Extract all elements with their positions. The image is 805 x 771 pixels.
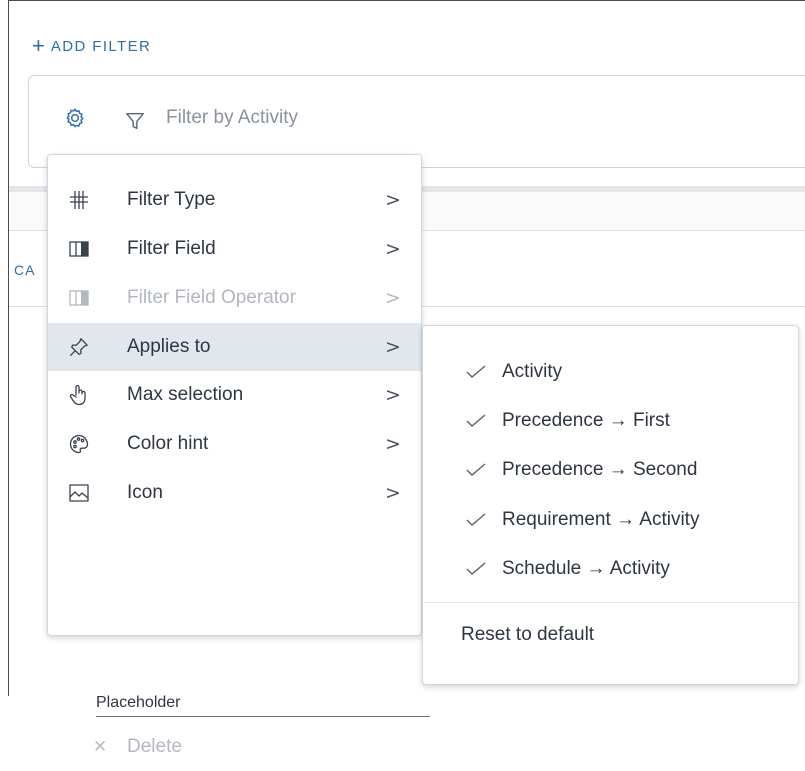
option-label: Activity [502,361,563,382]
gear-icon[interactable] [64,107,86,129]
add-filter-label: ADD FILTER [50,37,152,55]
grid-icon [68,189,90,211]
image-icon [68,482,90,504]
menu-item-label: Color hint [127,433,209,454]
delete-label: Delete [127,736,182,757]
menu-item-delete: ✕ Delete [48,723,421,771]
menu-item-filter-field-operator: Filter Field Operator > [48,274,421,322]
filter-placeholder[interactable]: Filter by Activity [166,107,298,129]
menu-item-label: Filter Field [127,238,216,259]
pin-icon [68,336,90,358]
check-icon [466,513,486,526]
add-filter-button[interactable]: + ADD FILTER [32,33,151,59]
option-schedule-activity[interactable]: Schedule → Activity [423,545,798,593]
hand-pointer-icon [68,384,90,406]
chevron-right-icon: > [385,287,401,309]
check-icon [466,365,486,378]
check-icon [466,463,486,476]
funnel-icon [124,110,146,132]
plus-icon: + [32,33,45,58]
option-precedence-first[interactable]: Precedence → First [423,397,798,445]
column-icon [68,238,90,260]
option-activity[interactable]: Activity [423,348,798,396]
section-heading: CA [14,262,36,278]
menu-item-filter-field[interactable]: Filter Field > [48,225,421,273]
menu-item-filter-type[interactable]: Filter Type > [48,176,421,224]
menu-divider [423,602,798,603]
chevron-right-icon: > [385,238,401,260]
chevron-right-icon: > [385,433,401,455]
menu-item-color-hint[interactable]: Color hint > [48,420,421,468]
option-precedence-second[interactable]: Precedence → Second [423,446,798,494]
option-label: Precedence → First [502,410,670,431]
menu-item-label: Filter Type [127,189,216,210]
close-icon: ✕ [93,737,108,756]
option-label: Schedule → Activity [502,558,670,579]
option-label: Precedence → Second [502,459,698,480]
menu-item-max-selection[interactable]: Max selection > [48,371,421,419]
reset-to-default-button[interactable]: Reset to default [461,624,594,646]
check-icon [466,562,486,575]
chevron-right-icon: > [385,482,401,504]
column-icon [68,287,90,309]
menu-item-icon[interactable]: Icon > [48,469,421,517]
option-requirement-activity[interactable]: Requirement → Activity [423,496,798,544]
menu-item-label: Filter Field Operator [127,287,296,308]
option-label: Requirement → Activity [502,509,700,530]
menu-item-label: Applies to [127,336,211,357]
placeholder-input[interactable] [96,690,430,717]
check-icon [466,414,486,427]
palette-icon [68,433,90,455]
applies-to-submenu: Activity Precedence → First Precedence →… [422,325,799,685]
chevron-right-icon: > [385,336,401,358]
filter-context-menu: Filter Type > Filter Field > Filter Fiel… [47,154,430,757]
chevron-right-icon: > [385,189,401,211]
menu-item-applies-to[interactable]: Applies to > [48,323,421,371]
chevron-right-icon: > [385,384,401,406]
menu-item-label: Icon [127,482,163,503]
menu-item-label: Max selection [127,384,244,405]
